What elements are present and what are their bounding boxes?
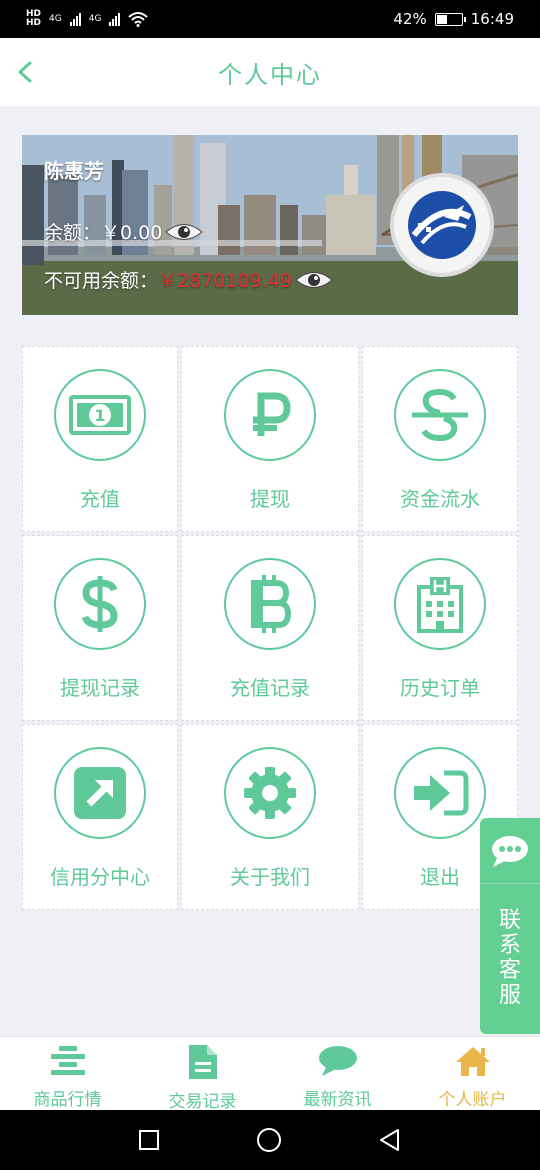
menu-label: 退出 bbox=[420, 865, 460, 889]
sign-in-icon bbox=[394, 747, 486, 839]
frozen-balance-row: 不可用余额： ￥2870109.49 bbox=[44, 266, 334, 293]
home-icon bbox=[453, 1045, 493, 1077]
bottom-tab-bar: 商品行情 交易记录 最新资讯 个人账户 bbox=[0, 1036, 540, 1112]
wifi-icon bbox=[128, 12, 149, 27]
tab-news[interactable]: 最新资讯 bbox=[270, 1037, 405, 1110]
menu-label: 充值记录 bbox=[230, 676, 310, 700]
tab-personal-account[interactable]: 个人账户 bbox=[405, 1037, 540, 1110]
chat-bubble-icon bbox=[480, 818, 540, 884]
align-center-icon bbox=[48, 1045, 88, 1077]
chat-icon bbox=[318, 1045, 358, 1077]
eye-icon[interactable] bbox=[164, 221, 204, 243]
recents-icon[interactable] bbox=[138, 1129, 160, 1151]
back-triangle-icon[interactable] bbox=[378, 1128, 402, 1152]
hd-indicator: HD HD bbox=[26, 10, 41, 28]
banknote-icon: 1 bbox=[54, 369, 146, 461]
contact-service-label: 联系客服 bbox=[498, 908, 521, 1008]
status-right: 42% 16:49 bbox=[393, 10, 514, 28]
bitcoin-icon bbox=[224, 558, 316, 650]
signal-icon bbox=[109, 12, 121, 26]
system-navigation-bar bbox=[0, 1110, 540, 1170]
menu-label: 提现记录 bbox=[60, 676, 140, 700]
ruble-icon bbox=[224, 369, 316, 461]
menu-credit-center[interactable]: 信用分中心 bbox=[22, 724, 178, 910]
menu-order-history[interactable]: 历史订单 bbox=[362, 535, 518, 721]
battery-icon bbox=[434, 12, 466, 26]
tab-label: 商品行情 bbox=[33, 1090, 102, 1110]
network-label-2: 4G bbox=[88, 14, 102, 24]
brand-logo bbox=[390, 173, 494, 277]
home-circle-icon[interactable] bbox=[256, 1127, 282, 1153]
balance-value: ￥0.00 bbox=[101, 222, 163, 244]
logo-icon bbox=[408, 191, 476, 259]
page-title: 个人中心 bbox=[218, 60, 322, 89]
menu-withdraw[interactable]: 提现 bbox=[181, 346, 359, 532]
menu-label: 关于我们 bbox=[230, 865, 310, 889]
svg-text:1: 1 bbox=[94, 406, 105, 425]
tab-label: 个人账户 bbox=[438, 1090, 507, 1110]
user-name: 陈惠芳 bbox=[44, 159, 104, 183]
dollar-icon bbox=[54, 558, 146, 650]
tab-label: 交易记录 bbox=[168, 1092, 237, 1112]
balance-row: 余额： ￥0.00 bbox=[44, 218, 204, 245]
menu-recharge[interactable]: 1 充值 bbox=[22, 346, 178, 532]
status-left: HD HD 4G 4G bbox=[26, 10, 149, 28]
strikethrough-s-icon bbox=[394, 369, 486, 461]
app-header: 个人中心 bbox=[0, 38, 540, 106]
frozen-balance-label: 不可用余额： bbox=[44, 270, 159, 292]
document-icon bbox=[183, 1045, 223, 1079]
menu-about-us[interactable]: 关于我们 bbox=[181, 724, 359, 910]
eye-icon[interactable] bbox=[294, 269, 334, 291]
signal-icon bbox=[69, 12, 81, 26]
hospital-icon bbox=[394, 558, 486, 650]
menu-label: 历史订单 bbox=[400, 676, 480, 700]
battery-percent: 42% bbox=[393, 10, 427, 28]
balance-label: 余额： bbox=[44, 222, 102, 244]
gear-icon bbox=[224, 747, 316, 839]
menu-recharge-records[interactable]: 充值记录 bbox=[181, 535, 359, 721]
status-bar: HD HD 4G 4G 42% 16:49 bbox=[0, 0, 540, 38]
network-label-1: 4G bbox=[49, 14, 62, 24]
tab-trade-records[interactable]: 交易记录 bbox=[135, 1037, 270, 1112]
menu-label: 提现 bbox=[250, 487, 290, 511]
menu-label: 资金流水 bbox=[400, 487, 480, 511]
account-banner: 陈惠芳 余额： ￥0.00 不可用余额： ￥2870109.49 bbox=[22, 135, 518, 315]
tab-label: 最新资讯 bbox=[303, 1090, 372, 1110]
clock: 16:49 bbox=[470, 10, 514, 28]
hd-bottom-label: HD bbox=[26, 18, 42, 28]
frozen-balance-value: ￥2870109.49 bbox=[158, 270, 292, 292]
menu-withdraw-records[interactable]: 提现记录 bbox=[22, 535, 178, 721]
menu-grid: 1 充值 提现 资金流水 提现记录 充值记录 历史订单 信用分中心 关于我们 退… bbox=[22, 346, 518, 910]
menu-label: 信用分中心 bbox=[50, 865, 150, 889]
tab-market[interactable]: 商品行情 bbox=[0, 1037, 135, 1110]
menu-label: 充值 bbox=[80, 487, 120, 511]
external-link-icon bbox=[54, 747, 146, 839]
contact-service-button[interactable]: 联系客服 bbox=[480, 818, 540, 1034]
chevron-left-icon[interactable] bbox=[14, 60, 38, 84]
menu-fund-flow[interactable]: 资金流水 bbox=[362, 346, 518, 532]
